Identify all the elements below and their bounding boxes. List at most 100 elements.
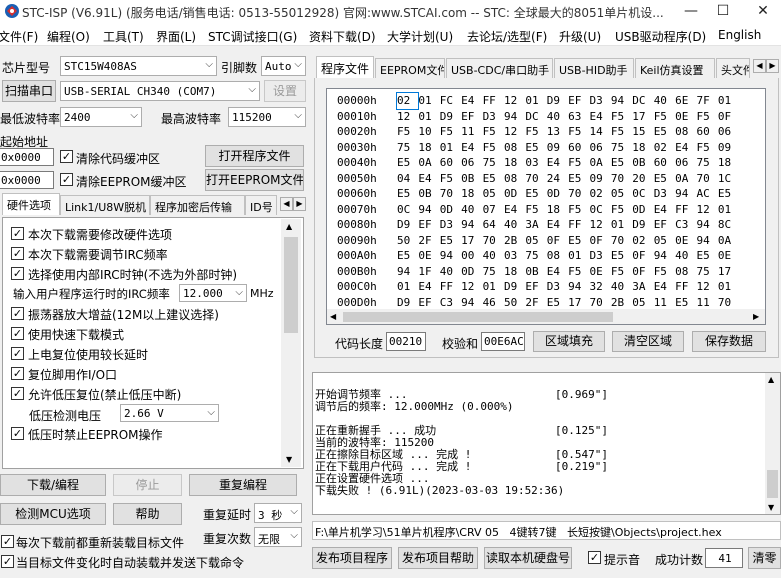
hex-byte[interactable]: 46: [483, 295, 504, 311]
hex-byte[interactable]: 3A: [632, 279, 653, 295]
tab-scroll-right-icon[interactable]: ▶: [766, 59, 779, 73]
hex-byte[interactable]: 60: [568, 140, 589, 156]
hex-byte[interactable]: E4: [547, 264, 568, 280]
pin-count-select[interactable]: Auto ⌵: [261, 56, 306, 76]
hex-byte[interactable]: 94: [440, 248, 461, 264]
hex-byte[interactable]: 40: [654, 93, 675, 109]
hex-byte[interactable]: 17: [718, 264, 739, 280]
hex-byte[interactable]: 94: [504, 109, 525, 125]
menu-university[interactable]: 大学计划(U): [387, 28, 453, 45]
hex-byte[interactable]: D9: [440, 109, 461, 125]
hex-byte[interactable]: 0A: [675, 171, 696, 187]
hex-byte[interactable]: E4: [547, 155, 568, 171]
hex-byte[interactable]: E5: [525, 140, 546, 156]
hex-byte[interactable]: F5: [440, 124, 461, 140]
hex-byte[interactable]: E5: [654, 171, 675, 187]
minimize-button[interactable]: —: [676, 0, 706, 24]
menu-english[interactable]: English: [718, 28, 761, 42]
hex-byte[interactable]: 17: [632, 109, 653, 125]
hex-byte[interactable]: F5: [654, 109, 675, 125]
clear-code-buffer-checkbox[interactable]: ✓: [60, 150, 73, 163]
hex-byte[interactable]: E4: [418, 279, 439, 295]
hex-byte[interactable]: FF: [440, 279, 461, 295]
hex-byte[interactable]: 08: [675, 124, 696, 140]
hex-byte[interactable]: 70: [483, 233, 504, 249]
clear-eeprom-buffer-checkbox[interactable]: ✓: [60, 173, 73, 186]
scroll-up-icon[interactable]: ▲: [768, 375, 774, 384]
hex-byte[interactable]: EF: [654, 217, 675, 233]
hex-byte[interactable]: 02: [590, 186, 611, 202]
hex-byte[interactable]: F5: [397, 124, 418, 140]
hex-byte[interactable]: 94: [611, 93, 632, 109]
hex-byte[interactable]: E5: [397, 155, 418, 171]
auto-reload-checkbox[interactable]: ✓: [1, 555, 14, 568]
hex-byte[interactable]: E4: [504, 202, 525, 218]
scroll-left-icon[interactable]: ◀: [330, 312, 336, 321]
hex-byte[interactable]: 60: [696, 124, 717, 140]
hex-byte[interactable]: 60: [654, 155, 675, 171]
hex-byte[interactable]: 94: [397, 264, 418, 280]
hex-byte[interactable]: 40: [483, 248, 504, 264]
hex-byte[interactable]: FF: [675, 202, 696, 218]
menu-upgrade[interactable]: 升级(U): [559, 28, 601, 45]
stop-button[interactable]: 停止: [113, 474, 182, 496]
hex-byte[interactable]: E4: [675, 140, 696, 156]
hex-byte[interactable]: 00: [461, 248, 482, 264]
open-program-file-button[interactable]: 打开程序文件: [205, 145, 304, 167]
hex-byte[interactable]: 06: [590, 140, 611, 156]
reload-before-download-checkbox[interactable]: ✓: [1, 535, 14, 548]
tab-header-files[interactable]: 头文件: [716, 58, 750, 78]
hex-byte[interactable]: EF: [525, 279, 546, 295]
hex-byte[interactable]: FF: [483, 93, 504, 109]
help-button[interactable]: 帮助: [113, 503, 182, 525]
hex-byte[interactable]: 05: [632, 295, 653, 311]
menu-debug-interface[interactable]: STC调试接口(G): [208, 28, 297, 45]
hex-byte[interactable]: F5: [568, 264, 589, 280]
hex-byte[interactable]: 04: [397, 171, 418, 187]
hex-byte[interactable]: 70: [611, 171, 632, 187]
hex-byte[interactable]: 05: [654, 233, 675, 249]
hex-byte[interactable]: 94: [418, 202, 439, 218]
hex-byte[interactable]: E5: [483, 171, 504, 187]
hex-byte[interactable]: 70: [440, 186, 461, 202]
hex-byte[interactable]: 0D: [632, 202, 653, 218]
irc-frequency-select[interactable]: 12.000 ⌵: [179, 284, 247, 302]
hex-byte[interactable]: E5: [440, 233, 461, 249]
hex-byte[interactable]: 60: [440, 155, 461, 171]
hex-byte[interactable]: 18: [461, 186, 482, 202]
hex-byte[interactable]: 13: [547, 124, 568, 140]
hex-data-area[interactable]: 00000h 02 01 FC E4 FF 12 01 D9 EF D3 94 DC 40 6E 7F 01 00…: [337, 92, 747, 311]
hex-byte[interactable]: 09: [547, 140, 568, 156]
hex-byte[interactable]: 18: [547, 202, 568, 218]
serial-port-select[interactable]: USB-SERIAL CH340 (COM7) ⌵: [60, 81, 260, 101]
hex-byte[interactable]: DC: [632, 93, 653, 109]
max-baud-select[interactable]: 115200 ⌵: [228, 107, 306, 127]
hex-byte[interactable]: 40: [461, 202, 482, 218]
option-checkbox[interactable]: ✓: [11, 327, 24, 340]
hex-byte[interactable]: 70: [696, 171, 717, 187]
hex-row[interactable]: 000A0h E5 0E 94 00 40 03 75 08 01 D3 E5 0F 94 40 E5 0E: [337, 248, 747, 264]
hex-byte[interactable]: DC: [525, 109, 546, 125]
hex-byte[interactable]: F5: [696, 109, 717, 125]
hex-byte[interactable]: 07: [483, 202, 504, 218]
hex-byte[interactable]: 03: [525, 155, 546, 171]
fill-area-button[interactable]: 区域填充: [533, 331, 605, 352]
option-checkbox[interactable]: ✓: [11, 347, 24, 360]
tab-keil-settings[interactable]: Keil仿真设置: [635, 58, 715, 78]
hex-byte[interactable]: 94: [461, 295, 482, 311]
hex-byte[interactable]: D3: [483, 109, 504, 125]
hex-byte[interactable]: 08: [504, 171, 525, 187]
hex-byte[interactable]: 06: [461, 155, 482, 171]
hex-byte[interactable]: 12: [461, 279, 482, 295]
hex-byte[interactable]: 1F: [418, 264, 439, 280]
hex-byte[interactable]: 2B: [611, 295, 632, 311]
hex-byte[interactable]: EF: [418, 295, 439, 311]
hex-byte[interactable]: 06: [718, 124, 739, 140]
tab-scroll-left-icon[interactable]: ◀: [280, 197, 293, 211]
hex-byte[interactable]: 12: [504, 124, 525, 140]
hex-byte[interactable]: 0D: [547, 186, 568, 202]
hex-byte[interactable]: F5: [483, 124, 504, 140]
hex-byte[interactable]: FF: [675, 279, 696, 295]
hex-byte[interactable]: 24: [547, 171, 568, 187]
hex-byte[interactable]: 40: [440, 264, 461, 280]
